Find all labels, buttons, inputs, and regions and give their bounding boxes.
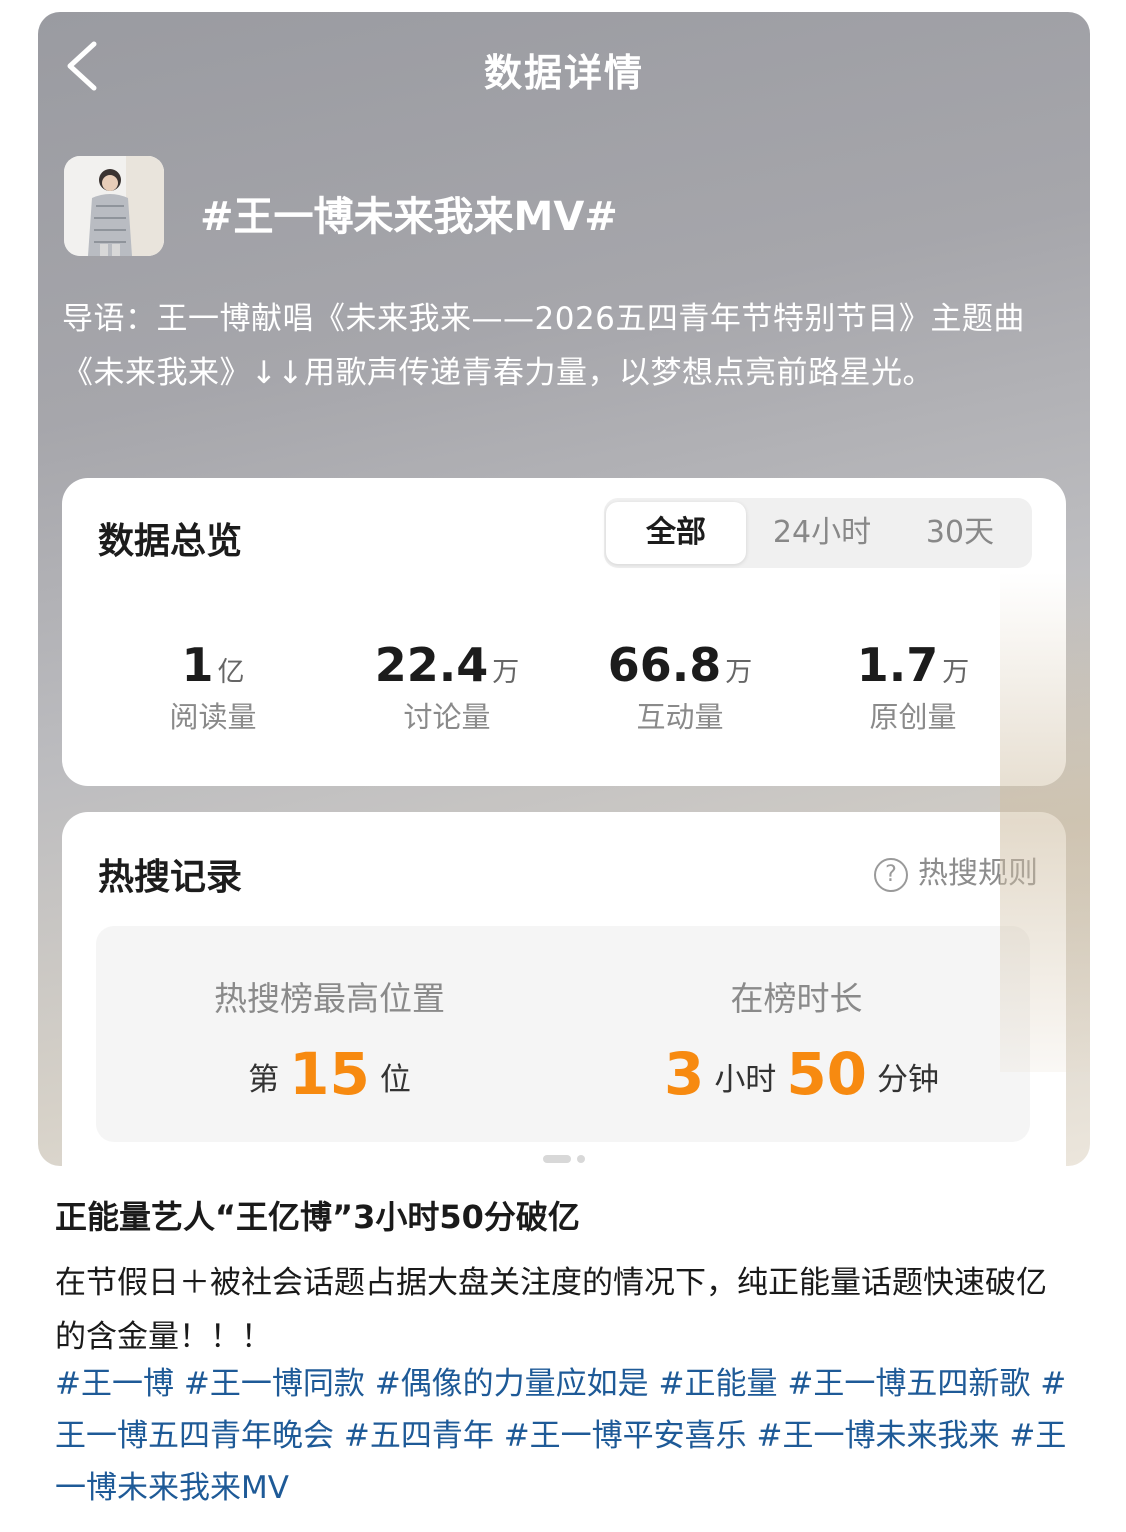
hot-search-card: 热搜记录 ? 热搜规则 热搜榜最高位置 第 15 位 在榜时长 3 小时 50 分钟 bbox=[62, 812, 1066, 1166]
stat-label: 互动量 bbox=[636, 700, 724, 734]
question-circle-icon: ? bbox=[874, 858, 908, 892]
time-range-tabs: 全部 24小时 30天 bbox=[604, 498, 1032, 568]
stat-interactions: 66.8 万 互动量 bbox=[555, 638, 805, 736]
hot-search-heading: 热搜记录 bbox=[98, 857, 243, 898]
topic-data-screen: 数据详情 #王一博未来我来MV# 导语：王一博献唱《未来我来——2026五四青年… bbox=[38, 12, 1090, 1166]
stat-unit: 万 bbox=[492, 657, 520, 688]
post-tags: #王一博 #王一博同款 #偶像的力量应如是 #正能量 #王一博五四新歌 #王一博… bbox=[55, 1358, 1075, 1514]
topic-intro: 导语：王一博献唱《未来我来——2026五四青年节特别节目》主题曲《未来我来》↓↓… bbox=[62, 301, 1025, 391]
stat-unit: 万 bbox=[942, 657, 970, 688]
stat-original: 1.7 万 原创量 bbox=[788, 638, 1038, 736]
stat-label: 讨论量 bbox=[403, 700, 491, 734]
hashtag-link[interactable]: #王一博五四新歌 bbox=[787, 1366, 1030, 1402]
overview-heading: 数据总览 bbox=[98, 521, 243, 562]
post-body: 在节假日＋被社会话题占据大盘关注度的情况下，纯正能量话题快速破亿的含金量！！！ bbox=[55, 1265, 1047, 1355]
stat-label: 原创量 bbox=[869, 700, 957, 734]
stat-label: 阅读量 bbox=[169, 700, 257, 734]
hot-search-summary: 热搜榜最高位置 第 15 位 在榜时长 3 小时 50 分钟 bbox=[96, 926, 1030, 1142]
rank-suffix: 位 bbox=[379, 1062, 411, 1098]
duration-label: 在榜时长 bbox=[730, 979, 863, 1018]
stat-unit: 万 bbox=[725, 657, 753, 688]
on-list-duration: 在榜时长 3 小时 50 分钟 bbox=[563, 972, 1030, 1108]
duration-hours: 3 bbox=[663, 1040, 705, 1108]
peak-rank-label: 热搜榜最高位置 bbox=[214, 979, 445, 1018]
post-title: 正能量艺人“王亿博”3小时50分破亿 bbox=[55, 1198, 580, 1236]
page-dot bbox=[577, 1155, 585, 1163]
stat-value: 1.7 bbox=[856, 638, 939, 692]
hashtag-link[interactable]: #王一博未来我来 bbox=[757, 1418, 1000, 1454]
hashtag-link[interactable]: #王一博平安喜乐 bbox=[504, 1418, 747, 1454]
tab-24h[interactable]: 24小时 bbox=[752, 502, 892, 564]
hashtag-link[interactable]: #王一博 bbox=[55, 1366, 174, 1402]
stat-value: 22.4 bbox=[374, 638, 489, 692]
stat-unit: 亿 bbox=[217, 657, 245, 688]
stat-discussions: 22.4 万 讨论量 bbox=[322, 638, 572, 736]
tab-all[interactable]: 全部 bbox=[606, 502, 746, 564]
rank-prefix: 第 bbox=[248, 1062, 280, 1098]
hashtag-link[interactable]: #正能量 bbox=[659, 1366, 778, 1402]
tab-30d[interactable]: 30天 bbox=[892, 502, 1028, 564]
page-dot-active bbox=[543, 1155, 571, 1163]
peak-rank: 热搜榜最高位置 第 15 位 bbox=[96, 972, 563, 1108]
topic-avatar bbox=[64, 156, 164, 256]
hashtag-link[interactable]: #偶像的力量应如是 bbox=[375, 1366, 649, 1402]
stat-value: 1 bbox=[181, 638, 214, 692]
stat-reads: 1亿 阅读量 bbox=[88, 638, 338, 736]
stat-value: 66.8 bbox=[607, 638, 722, 692]
rank-number: 15 bbox=[289, 1040, 370, 1108]
hashtag-link[interactable]: #五四青年 bbox=[344, 1418, 494, 1454]
hot-search-rules-link[interactable]: ? 热搜规则 bbox=[874, 848, 1038, 892]
minutes-unit: 分钟 bbox=[877, 1062, 940, 1098]
page-indicator bbox=[540, 1148, 588, 1166]
duration-minutes: 50 bbox=[786, 1040, 868, 1108]
overview-card: 数据总览 全部 24小时 30天 1亿 阅读量 22.4 万 讨论量 66.8 万 … bbox=[62, 478, 1066, 786]
hashtag-link[interactable]: #王一博同款 bbox=[184, 1366, 365, 1402]
page-title: 数据详情 bbox=[483, 51, 644, 95]
rules-label: 热搜规则 bbox=[918, 856, 1038, 891]
hours-unit: 小时 bbox=[714, 1062, 777, 1098]
topic-title: #王一博未来我来MV# bbox=[200, 194, 618, 240]
